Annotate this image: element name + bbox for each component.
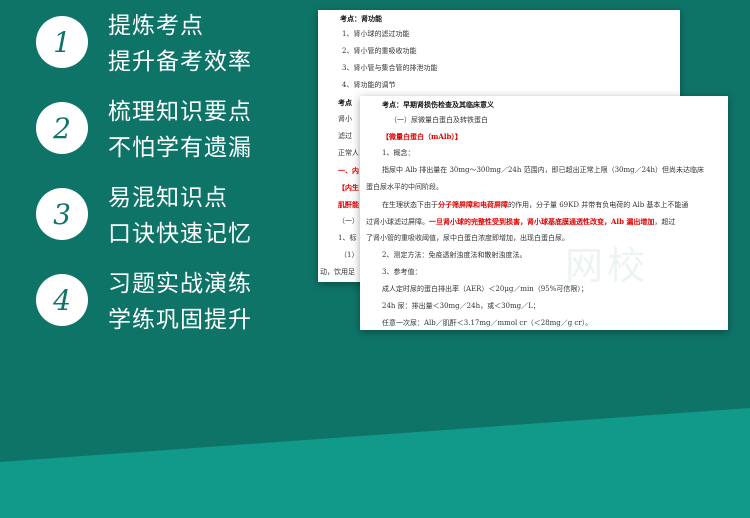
doc-fragment: （一） bbox=[338, 217, 359, 225]
feature-title: 易混知识点 bbox=[108, 185, 228, 211]
doc-title: 考点：肾功能 bbox=[340, 14, 382, 23]
doc-fragment: 动，饮用足 bbox=[320, 268, 355, 276]
doc-paragraph: 蛋白尿水平的中间阶段。 bbox=[366, 183, 443, 191]
doc-paragraph: 了肾小管的重吸收阈值，尿中白蛋白浓度即增加，出现白蛋白尿。 bbox=[366, 234, 569, 242]
doc-fragment: 1、标 bbox=[338, 234, 357, 242]
feature-subtitle: 学练巩固提升 bbox=[108, 307, 252, 333]
feature-item-3: 3 易混知识点 口诀快速记忆 bbox=[36, 178, 316, 248]
feature-subtitle: 提升备考效率 bbox=[108, 49, 252, 75]
doc-fragment: 滤过 bbox=[338, 132, 352, 140]
doc-paragraph: 在生理状态下由于分子筛屏障和电荷屏障的作用，分子量 69KD 并带有负电荷的 A… bbox=[382, 200, 689, 209]
doc-fragment: 肾小 bbox=[338, 115, 352, 123]
number-badge: 3 bbox=[36, 188, 88, 240]
number-badge: 1 bbox=[36, 16, 88, 68]
number-badge: 4 bbox=[36, 274, 88, 326]
doc-paragraph: 任意一次尿：Alb／肌酐＜3.17mg／mmol cr（＜28mg／g cr）。 bbox=[382, 319, 593, 327]
doc-heading: 【微量白蛋白（mAlb）】 bbox=[382, 132, 462, 141]
doc-paragraph: 1、概念： bbox=[382, 149, 415, 157]
doc-fragment: 一、内 bbox=[338, 166, 359, 175]
doc-title: 考点：早期肾损伤检查及其临床意义 bbox=[382, 100, 494, 109]
feature-subtitle: 口诀快速记忆 bbox=[108, 221, 252, 247]
doc-paragraph: 指尿中 Alb 排出量在 30mg～300mg／24h 范围内，即已超出正常上限… bbox=[382, 166, 705, 174]
feature-subtitle: 不怕学有遗漏 bbox=[108, 135, 252, 161]
feature-item-1: 1 提炼考点 提升备考效率 bbox=[36, 6, 316, 76]
doc-paragraph: 3、参考值： bbox=[382, 268, 422, 276]
doc-fragment: 正常人 bbox=[338, 149, 359, 157]
feature-title: 提炼考点 bbox=[108, 13, 204, 39]
doc-paragraph: 2、测定方法：免疫透射浊度法和散射浊度法。 bbox=[382, 251, 527, 259]
doc-item: 1、肾小球的滤过功能 bbox=[342, 30, 410, 38]
number-badge: 2 bbox=[36, 102, 88, 154]
doc-paragraph: 24h 尿：排出量＜30mg／24h，或＜30mg／L； bbox=[382, 302, 540, 310]
doc-fragment: 肌酐能 bbox=[338, 200, 359, 209]
doc-fragment: （1） bbox=[340, 251, 359, 259]
feature-title: 习题实战演练 bbox=[108, 271, 252, 297]
doc-paragraph: 过肾小球滤过屏障。一旦肾小球的完整性受到损害，肾小球基底膜通透性改变，Alb 漏… bbox=[366, 217, 676, 226]
doc-item: 2、肾小管的重吸收功能 bbox=[342, 47, 417, 55]
feature-title: 梳理知识要点 bbox=[108, 99, 252, 125]
doc-fragment: 考点 bbox=[338, 98, 352, 107]
doc-paragraph: 成人定时尿的蛋白排出率（AER）＜20μg／min（95%可信限）； bbox=[382, 285, 588, 293]
watermark: 网校 bbox=[565, 244, 650, 288]
feature-item-4: 4 习题实战演练 学练巩固提升 bbox=[36, 264, 316, 334]
doc-item: 3、肾小管与集合管的排泄功能 bbox=[342, 64, 438, 72]
doc-item: 4、肾功能的调节 bbox=[342, 81, 396, 89]
document-page-front: 考点：早期肾损伤检查及其临床意义 （一）尿微量白蛋白及转铁蛋白 【微量白蛋白（m… bbox=[360, 96, 728, 330]
doc-fragment: 【内生 bbox=[338, 183, 359, 192]
feature-list: 1 提炼考点 提升备考效率 2 梳理知识要点 不怕学有遗漏 3 易混知识点 口诀… bbox=[36, 0, 316, 350]
feature-item-2: 2 梳理知识要点 不怕学有遗漏 bbox=[36, 92, 316, 162]
doc-section: （一）尿微量白蛋白及转铁蛋白 bbox=[390, 116, 488, 124]
